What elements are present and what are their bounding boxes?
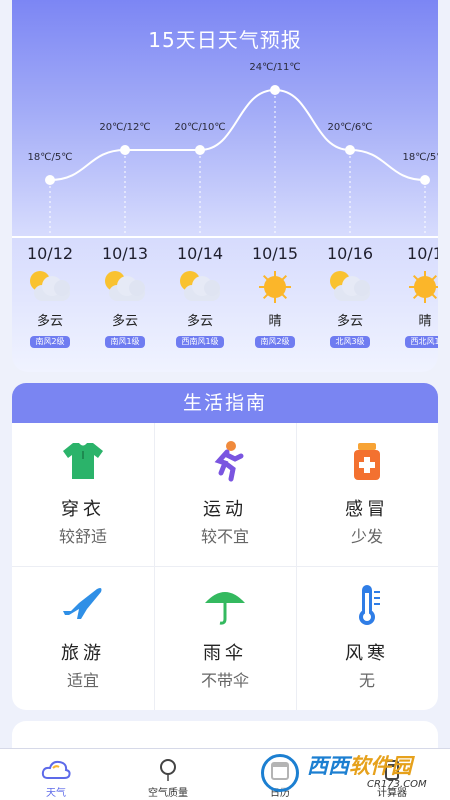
nav-label: 天气 <box>46 788 66 799</box>
forecast-card: 15天日天气预报 18℃/5℃ 20℃/12℃ 20℃/10℃ 24℃/11℃ 20℃/… <box>12 0 438 372</box>
guide-item-value: 适宜 <box>66 671 99 690</box>
day-column[interactable]: 10/14 多云西南风1级 <box>162 240 238 348</box>
temperature-label: 20℃/10℃ <box>174 122 225 133</box>
wind-badge: 南风1级 <box>105 336 145 348</box>
balloon-icon <box>153 758 183 782</box>
watermark: 西西软件园 CR173.COM <box>255 748 450 800</box>
day-column[interactable]: 10/13 多云南风1级 <box>87 240 163 348</box>
cloudy-icon <box>178 271 222 303</box>
wind-badge: 西南风1级 <box>176 336 224 348</box>
wind-badge: 南风2级 <box>30 336 70 348</box>
life-guide-card: 生活指南 穿衣 较舒适 运动 较不宜 感冒 少发 旅游 适宜 雨伞 不带伞 风寒无 <box>12 383 438 710</box>
temperature-point <box>270 85 280 95</box>
guide-item[interactable]: 雨伞 不带伞 <box>154 567 296 710</box>
watermark-title: 西西软件园 <box>307 754 412 778</box>
temperature-label: 24℃/11℃ <box>249 62 300 73</box>
watermark-logo <box>261 754 299 792</box>
day-strip[interactable]: 10/12 多云南风2级 10/13 多云南风1级 10/14 多云西南风1级 10/15 晴… <box>12 240 438 360</box>
day-condition: 多云 <box>111 314 138 329</box>
nav-label: 空气质量 <box>148 788 188 799</box>
day-condition: 晴 <box>418 314 432 329</box>
temperature-label: 18℃/5℃ <box>403 152 438 163</box>
guide-item-name: 旅游 <box>61 643 105 664</box>
day-column[interactable]: 10/16 多云北风3级 <box>312 240 388 348</box>
temperature-chart: 18℃/5℃ 20℃/12℃ 20℃/10℃ 24℃/11℃ 20℃/6℃ 18℃/5℃ <box>28 62 438 236</box>
temperature-point <box>420 175 430 185</box>
thermometer-icon <box>343 583 391 627</box>
nav-item-weather[interactable]: 天气 <box>0 749 112 800</box>
life-guide-title: 生活指南 <box>12 383 438 423</box>
guide-item[interactable]: 穿衣 较舒适 <box>12 423 154 567</box>
sunny-icon <box>403 271 438 303</box>
wind-badge: 南风2级 <box>255 336 295 348</box>
life-guide-grid: 穿衣 较舒适 运动 较不宜 感冒 少发 旅游 适宜 雨伞 不带伞 风寒无 <box>12 423 438 710</box>
day-condition: 晴 <box>268 314 282 329</box>
temperature-point <box>345 145 355 155</box>
temperature-point <box>120 145 130 155</box>
tshirt-icon <box>59 439 107 483</box>
temperature-point <box>45 175 55 185</box>
sunny-icon <box>253 271 297 303</box>
guide-item-value: 较舒适 <box>58 527 107 546</box>
guide-item[interactable]: 感冒 少发 <box>296 423 438 567</box>
guide-item-name: 雨伞 <box>203 643 247 664</box>
running-icon <box>201 439 249 483</box>
cloudy-icon <box>328 271 372 303</box>
cloudy-icon <box>28 271 72 303</box>
day-column[interactable]: 10/12 多云南风2级 <box>12 240 88 348</box>
chart-divider <box>12 236 438 238</box>
day-date: 10/1 <box>407 244 438 263</box>
temperature-label: 20℃/6℃ <box>328 122 373 133</box>
guide-item-name: 穿衣 <box>61 499 105 520</box>
wind-badge: 北风3级 <box>330 336 370 348</box>
day-date: 10/14 <box>176 244 224 263</box>
guide-item-name: 运动 <box>203 499 247 520</box>
cloud-icon <box>41 758 71 782</box>
medicine-icon <box>343 439 391 483</box>
day-date: 10/15 <box>251 244 299 263</box>
temperature-label: 18℃/5℃ <box>28 152 73 163</box>
day-date: 10/13 <box>101 244 149 263</box>
temperature-label: 20℃/12℃ <box>99 122 150 133</box>
nav-item-air-quality[interactable]: 空气质量 <box>112 749 224 800</box>
guide-item-name: 感冒 <box>345 499 389 520</box>
day-column[interactable]: 10/15 晴南风2级 <box>237 240 313 348</box>
temperature-point <box>195 145 205 155</box>
guide-item[interactable]: 运动 较不宜 <box>154 423 296 567</box>
guide-item[interactable]: 风寒无 <box>296 567 438 710</box>
day-condition: 多云 <box>336 314 363 329</box>
watermark-url: CR173.COM <box>367 779 427 790</box>
guide-item-value: 较不宜 <box>200 527 249 546</box>
cloudy-icon <box>103 271 147 303</box>
day-column[interactable]: 10/1 晴西北风1 <box>387 240 438 348</box>
umbrella-icon <box>201 583 249 627</box>
day-date: 10/16 <box>326 244 374 263</box>
day-condition: 多云 <box>186 314 213 329</box>
day-condition: 多云 <box>36 314 63 329</box>
day-date: 10/12 <box>26 244 74 263</box>
guide-item-name: 风寒 <box>345 643 389 664</box>
guide-item-value: 少发 <box>350 527 383 546</box>
airplane-icon <box>59 583 107 627</box>
temperature-line <box>49 88 426 181</box>
wind-badge: 西北风1 <box>405 336 438 348</box>
guide-item[interactable]: 旅游 适宜 <box>12 567 154 710</box>
guide-item-value: 无 <box>358 671 375 690</box>
guide-item-value: 不带伞 <box>200 671 249 690</box>
